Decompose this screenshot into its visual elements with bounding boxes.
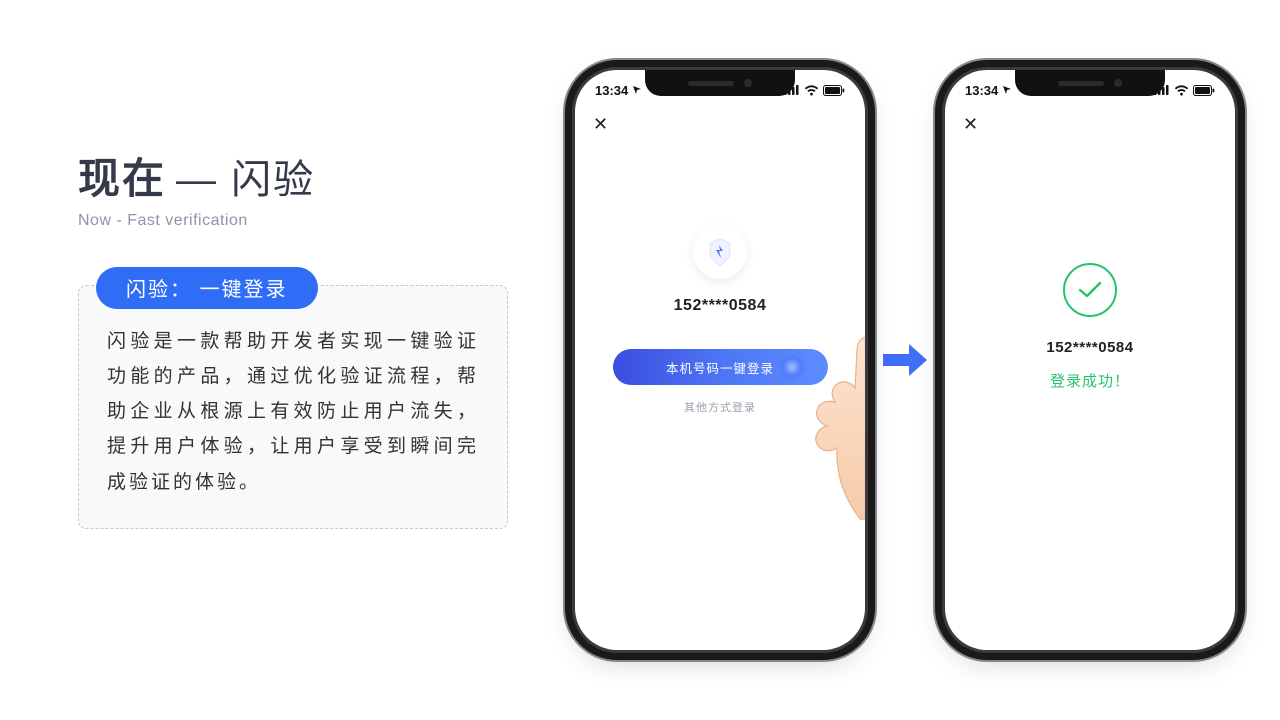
shield-icon bbox=[693, 225, 747, 279]
masked-phone-number: 152****0584 bbox=[1046, 339, 1133, 356]
masked-phone-number: 152****0584 bbox=[674, 297, 767, 315]
battery-icon bbox=[823, 85, 845, 96]
wifi-icon bbox=[804, 85, 819, 96]
tap-ripple bbox=[778, 353, 806, 381]
close-icon[interactable]: ✕ bbox=[593, 114, 608, 135]
screen-success: ✕ 152****0584 登录成功！ bbox=[959, 112, 1221, 636]
login-success-text: 登录成功！ bbox=[1050, 370, 1130, 391]
page-title: 现在 — 闪验 bbox=[78, 145, 508, 206]
other-login-link[interactable]: 其他方式登录 bbox=[684, 399, 756, 415]
description-text: 闪验是一款帮助开发者实现一键验证功能的产品，通过优化验证流程，帮助企业从根源上有… bbox=[107, 324, 479, 500]
close-icon[interactable]: ✕ bbox=[963, 114, 978, 135]
arrow-right-icon bbox=[881, 340, 929, 380]
status-time: 13:34 bbox=[965, 83, 1012, 98]
phone-mockup-success: 13:34 ✕ bbox=[945, 70, 1235, 650]
pill-label: 闪验： 一键登录 bbox=[96, 267, 318, 309]
page-subtitle: Now - Fast verification bbox=[78, 212, 508, 230]
phone-mockup-login: 13:34 ✕ bbox=[575, 70, 865, 650]
phone-notch bbox=[1015, 70, 1165, 96]
location-icon bbox=[632, 85, 642, 95]
phone-notch bbox=[645, 70, 795, 96]
status-time: 13:34 bbox=[595, 83, 642, 98]
check-circle-icon bbox=[1063, 263, 1117, 317]
info-box: 闪验： 一键登录 闪验是一款帮助开发者实现一键验证功能的产品，通过优化验证流程，… bbox=[78, 285, 508, 529]
title-bold: 现在 bbox=[78, 145, 166, 206]
wifi-icon bbox=[1174, 85, 1189, 96]
description-box: 闪验是一款帮助开发者实现一键验证功能的产品，通过优化验证流程，帮助企业从根源上有… bbox=[78, 285, 508, 529]
screen-login: ✕ 152****0584 本机号码一键登录 其他方式登录 bbox=[589, 112, 851, 636]
battery-icon bbox=[1193, 85, 1215, 96]
location-icon bbox=[1002, 85, 1012, 95]
one-click-login-button[interactable]: 本机号码一键登录 bbox=[613, 349, 828, 385]
title-rest: — 闪验 bbox=[176, 147, 315, 205]
